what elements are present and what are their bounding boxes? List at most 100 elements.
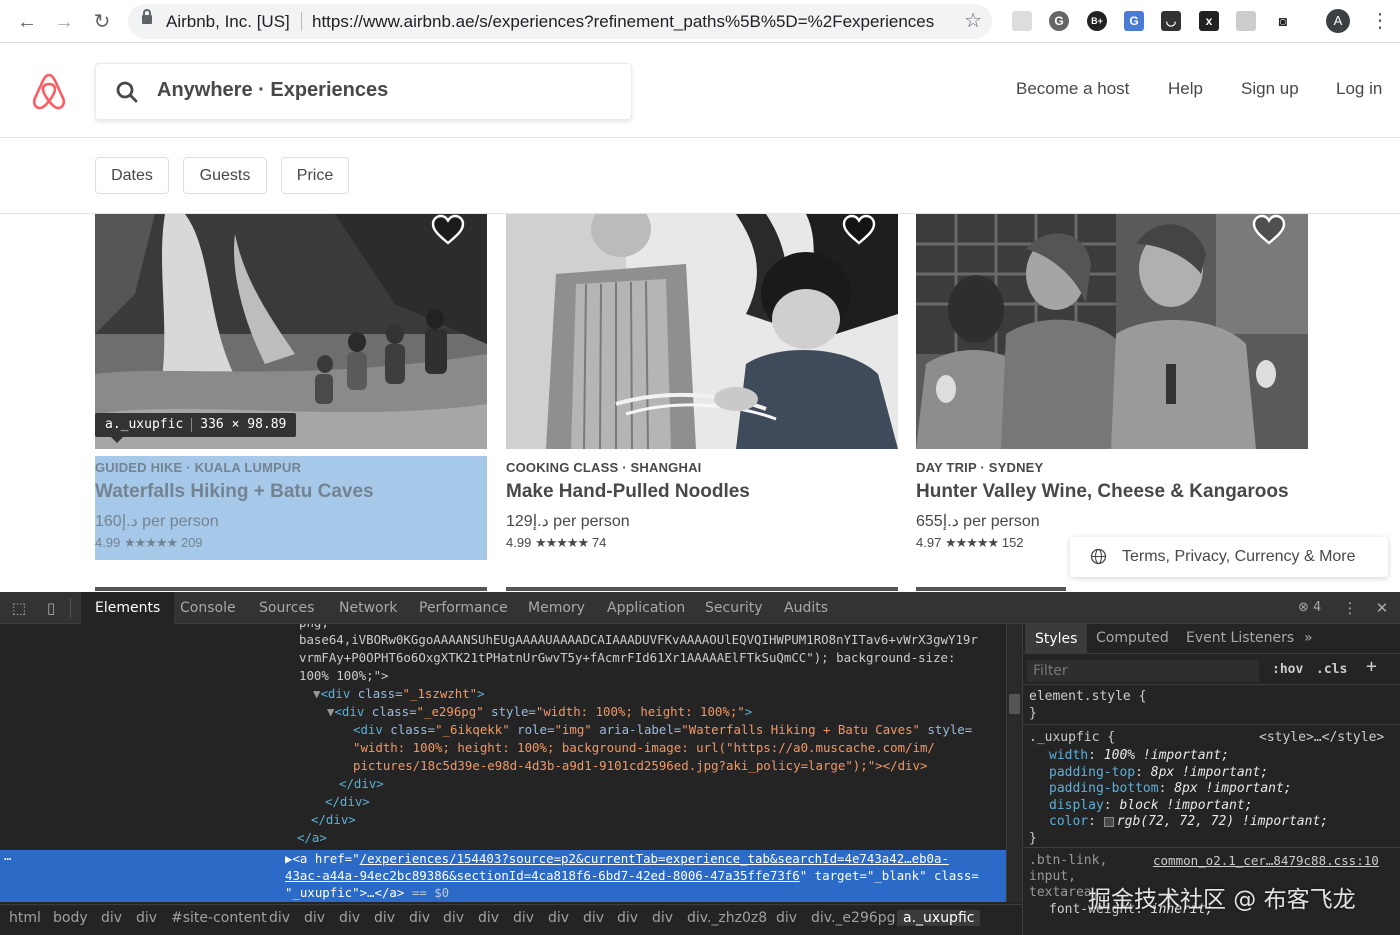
css-declaration[interactable]: display: block !important; xyxy=(1049,798,1253,814)
breadcrumb-item[interactable]: div xyxy=(409,910,430,926)
tab-memory[interactable]: Memory xyxy=(528,592,585,624)
hover-state-button[interactable]: :hov xyxy=(1272,662,1303,677)
experience-photo-noodles[interactable] xyxy=(506,214,898,449)
tab-security[interactable]: Security xyxy=(705,592,763,624)
extension-grammarly-icon[interactable]: G xyxy=(1049,11,1069,31)
become-a-host-link[interactable]: Become a host xyxy=(1016,79,1129,99)
card-title[interactable]: Make Hand-Pulled Noodles xyxy=(506,481,750,503)
tab-styles[interactable]: Styles xyxy=(1025,624,1088,654)
css-declaration[interactable]: color: rgb(72, 72, 72) !important; xyxy=(1049,814,1328,830)
device-toolbar-icon[interactable]: ▯ xyxy=(42,599,60,617)
address-bar[interactable]: Airbnb, Inc. [US] https://www.airbnb.ae/… xyxy=(128,4,992,39)
extension-translate-icon[interactable]: G xyxy=(1124,11,1144,31)
breadcrumb-item[interactable]: div xyxy=(443,910,464,926)
airbnb-logo-icon[interactable] xyxy=(30,71,68,111)
extension-bplus-icon[interactable]: B+ xyxy=(1087,11,1107,31)
sign-up-link[interactable]: Sign up xyxy=(1241,79,1299,99)
search-query[interactable]: Anywhere · Experiences xyxy=(157,79,388,102)
bookmark-star-icon[interactable]: ☆ xyxy=(964,8,982,33)
experience-card[interactable]: a._uxupfic 336 × 98.89 GUIDED HIKE · KUAL… xyxy=(95,214,487,560)
breadcrumb-item[interactable]: div xyxy=(136,910,157,926)
css-declaration[interactable]: padding-bottom: 8px !important; xyxy=(1049,781,1292,797)
breadcrumb-item[interactable]: html xyxy=(9,910,41,926)
terms-privacy-button[interactable]: Terms, Privacy, Currency & More xyxy=(1070,537,1388,577)
dom-scrollbar[interactable] xyxy=(1006,624,1022,902)
tab-console[interactable]: Console xyxy=(180,592,236,624)
extension-x-icon[interactable]: x xyxy=(1199,11,1219,31)
forward-arrow-icon[interactable]: → xyxy=(51,9,77,35)
element-style-rule[interactable]: element.style { xyxy=(1029,689,1146,705)
dom-node[interactable]: ▼<div class="_1szwzht"> xyxy=(313,685,485,703)
color-swatch-icon[interactable] xyxy=(1103,816,1114,827)
tab-network[interactable]: Network xyxy=(339,592,397,624)
breadcrumb-item[interactable]: div xyxy=(548,910,569,926)
css-declaration[interactable]: width: 100% !important; xyxy=(1049,748,1229,764)
warning-count[interactable]: ⊗ 4 xyxy=(1298,592,1321,624)
href-link[interactable]: /experiences/154403?source=p2&currentTab… xyxy=(360,851,949,866)
extension-glasses-icon[interactable]: ◙ xyxy=(1273,11,1293,31)
profile-avatar[interactable]: A xyxy=(1326,9,1350,33)
guests-filter-button[interactable]: Guests xyxy=(183,157,267,194)
styles-filter-input[interactable]: Filter xyxy=(1027,660,1259,682)
dates-filter-button[interactable]: Dates xyxy=(95,157,169,194)
dom-tree[interactable]: png, base64,iVBORw0KGgoAAAANSUhEUgAAAAUA… xyxy=(0,624,1006,902)
class-toggle-button[interactable]: .cls xyxy=(1316,662,1347,677)
experience-photo-wine[interactable] xyxy=(916,214,1308,449)
card-title[interactable]: Hunter Valley Wine, Cheese & Kangaroos xyxy=(916,481,1289,503)
rule-selector[interactable]: .btn-link, xyxy=(1029,853,1107,869)
heart-icon[interactable] xyxy=(1252,214,1286,246)
tab-event-listeners[interactable]: Event Listeners xyxy=(1186,630,1294,646)
heart-icon[interactable] xyxy=(842,214,876,246)
breadcrumb-item[interactable]: #site-content xyxy=(171,910,267,926)
rule-selector[interactable]: ._uxupfic { xyxy=(1029,730,1115,746)
tab-computed[interactable]: Computed xyxy=(1096,630,1169,646)
breadcrumb-item[interactable]: div xyxy=(374,910,395,926)
url-text[interactable]: https://www.airbnb.ae/s/experiences?refi… xyxy=(312,12,934,32)
tab-performance[interactable]: Performance xyxy=(419,592,508,624)
breadcrumb-item[interactable]: div xyxy=(339,910,360,926)
back-arrow-icon[interactable]: ← xyxy=(14,9,40,35)
breadcrumb-item[interactable]: div xyxy=(269,910,290,926)
rule-source[interactable]: <style>…</style> xyxy=(1259,730,1384,746)
breadcrumb-item[interactable]: div xyxy=(583,910,604,926)
breadcrumb-item[interactable]: div._e296pg xyxy=(811,910,896,926)
href-link[interactable]: 43ac-a44a-94ec2bc89386&sectionId=4ca818f… xyxy=(285,868,800,883)
extension-translator-icon[interactable] xyxy=(1236,11,1256,31)
log-in-link[interactable]: Log in xyxy=(1336,79,1382,99)
tab-application[interactable]: Application xyxy=(607,592,685,624)
breadcrumb-item[interactable]: div xyxy=(101,910,122,926)
breadcrumb-item[interactable]: div xyxy=(776,910,797,926)
extension-chat-icon[interactable] xyxy=(1012,11,1032,31)
card-title[interactable]: Waterfalls Hiking + Batu Caves xyxy=(95,481,374,503)
reload-icon[interactable]: ↻ xyxy=(89,9,115,35)
selected-dom-node[interactable]: … ▶<a href="/experiences/154403?source=p… xyxy=(0,847,1006,902)
scroll-thumb[interactable] xyxy=(1009,694,1020,714)
breadcrumb-item[interactable]: div._zhz0z8 xyxy=(687,910,767,926)
devtools-menu-icon[interactable]: ⋮ xyxy=(1341,599,1359,617)
heart-icon[interactable] xyxy=(431,214,465,246)
breadcrumb-item[interactable]: div xyxy=(478,910,499,926)
node-ellipsis[interactable]: … xyxy=(4,847,11,865)
add-rule-icon[interactable]: + xyxy=(1366,656,1377,677)
close-icon[interactable]: ✕ xyxy=(1373,599,1391,617)
more-tabs-icon[interactable]: » xyxy=(1304,630,1313,646)
tab-elements[interactable]: Elements xyxy=(81,592,175,624)
tab-audits[interactable]: Audits xyxy=(784,592,828,624)
experience-card[interactable]: DAY TRIP · SYDNEY Hunter Valley Wine, Ch… xyxy=(916,214,1308,560)
site-identity[interactable]: Airbnb, Inc. [US] xyxy=(166,12,290,32)
breadcrumb-item[interactable]: div xyxy=(304,910,325,926)
breadcrumb-item-active[interactable]: a._uxupfic xyxy=(897,910,981,926)
dom-node[interactable]: <div class="_6ikqekk" role="img" aria-la… xyxy=(353,721,972,739)
css-declaration[interactable]: padding-top: 8px !important; xyxy=(1049,765,1268,781)
price-filter-button[interactable]: Price xyxy=(281,157,349,194)
breadcrumb-item[interactable]: div xyxy=(652,910,673,926)
breadcrumb-item[interactable]: div xyxy=(513,910,534,926)
breadcrumb-item[interactable]: body xyxy=(53,910,88,926)
browser-menu-icon[interactable]: ⋮ xyxy=(1370,8,1390,33)
experience-card[interactable]: COOKING CLASS · SHANGHAI Make Hand-Pulle… xyxy=(506,214,898,560)
extension-pocket-icon[interactable]: ◡ xyxy=(1161,11,1181,31)
rule-source-link[interactable]: common_o2.1_cer…8479c88.css:10 xyxy=(1153,853,1379,869)
inspect-element-icon[interactable]: ⬚ xyxy=(10,599,28,617)
help-link[interactable]: Help xyxy=(1168,79,1203,99)
breadcrumb-item[interactable]: div xyxy=(617,910,638,926)
